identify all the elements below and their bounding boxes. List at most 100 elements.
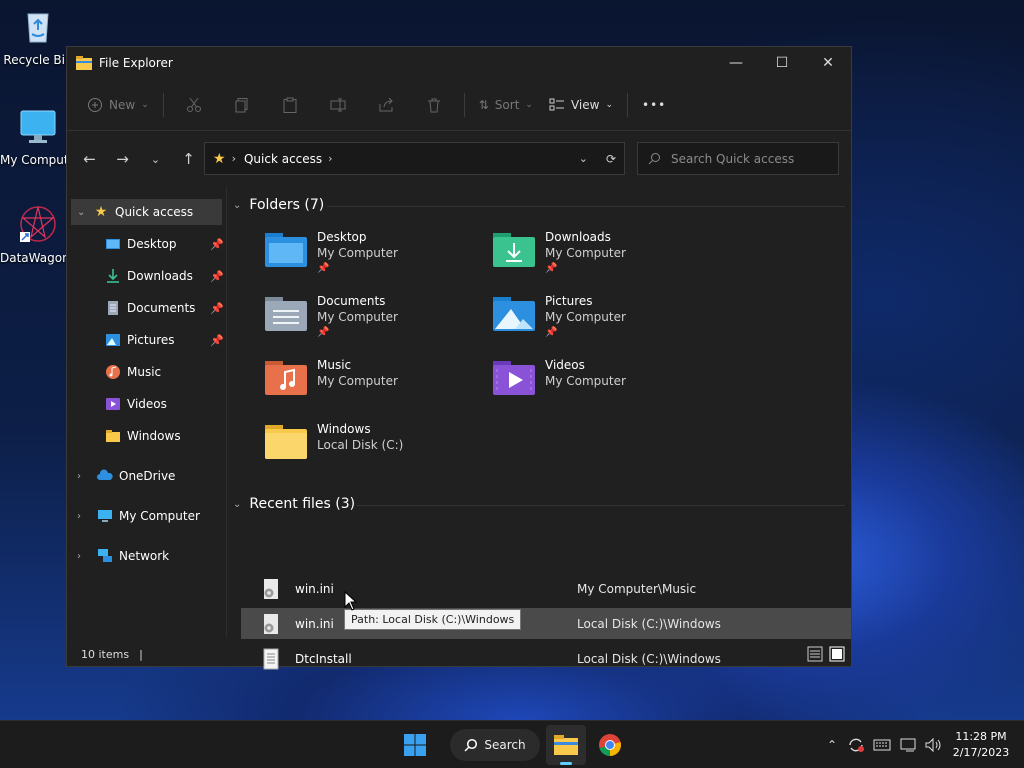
back-button[interactable]: ← [73, 143, 106, 175]
copy-button[interactable] [218, 89, 266, 121]
document-icon [108, 301, 118, 315]
folder-tile-windows[interactable]: Windows Local Disk (C:) [263, 421, 483, 481]
pin-icon: 📌 [317, 327, 330, 338]
pictures-folder-icon [493, 297, 535, 331]
pin-icon[interactable]: 📌 [210, 270, 224, 283]
rename-icon [330, 98, 346, 111]
folder-tile-videos[interactable]: Videos My Computer [491, 357, 711, 417]
folder-tile-music[interactable]: Music My Computer [263, 357, 483, 417]
more-options-button[interactable]: ••• [634, 89, 674, 121]
folder-tile-pictures[interactable]: Pictures My Computer 📌 [491, 293, 711, 353]
desktop-icon-recycle-bin[interactable]: Recycle Bin [0, 6, 76, 67]
chevron-down-icon[interactable]: ⌄ [233, 200, 241, 211]
scissors-icon [186, 97, 201, 112]
pin-icon: 📌 [317, 263, 330, 274]
sidebar-item-quick-access[interactable]: ⌄ ★ Quick access [71, 199, 222, 225]
chevron-right-icon[interactable]: › [77, 471, 81, 482]
sort-button[interactable]: ⇅ Sort ⌄ [471, 89, 541, 121]
clock-date: 2/17/2023 [952, 746, 1010, 759]
chevron-down-icon[interactable]: ⌄ [233, 499, 241, 510]
desktop-icon-label: DataWagon... [0, 251, 76, 265]
star-icon: ★ [213, 150, 226, 167]
maximize-button[interactable]: ☐ [759, 47, 805, 79]
new-button[interactable]: New ⌄ [79, 89, 157, 121]
cloud-icon [97, 469, 113, 480]
sidebar-item-label: Pictures [127, 333, 175, 347]
sidebar-item-pictures[interactable]: Pictures 📌 [67, 327, 224, 353]
sidebar-item-desktop[interactable]: Desktop 📌 [67, 231, 224, 257]
taskbar-chrome[interactable] [590, 725, 630, 765]
network-status-icon[interactable] [896, 736, 922, 754]
recent-file-row-1[interactable]: win.ini My Computer\Music [241, 573, 851, 604]
arrow-left-icon: ← [83, 150, 96, 168]
up-button[interactable]: ↑ [172, 143, 205, 175]
start-button[interactable] [395, 725, 435, 765]
delete-button[interactable] [410, 89, 458, 121]
paste-button[interactable] [266, 89, 314, 121]
sidebar-item-label: Videos [127, 397, 167, 411]
sync-alert-icon[interactable] [844, 736, 868, 754]
chevron-down-icon[interactable]: ⌄ [77, 207, 85, 218]
volume-icon[interactable] [922, 736, 946, 754]
item-count: 10 items [81, 647, 130, 661]
folder-tile-downloads[interactable]: Downloads My Computer 📌 [491, 229, 711, 289]
sidebar-item-music[interactable]: Music [67, 359, 224, 385]
recent-files-section-header[interactable]: ⌄ Recent files (3) [233, 496, 355, 512]
tiles-view-icon[interactable] [829, 646, 845, 662]
star-icon: ★ [94, 204, 108, 220]
toolbar-divider [463, 92, 465, 117]
chevron-right-icon[interactable]: › [328, 152, 332, 165]
refresh-icon[interactable]: ⟳ [606, 152, 616, 166]
share-button[interactable] [362, 89, 410, 121]
view-button[interactable]: View ⌄ [541, 89, 621, 121]
keyboard-icon[interactable] [868, 736, 896, 754]
breadcrumb-quick-access[interactable]: Quick access [244, 152, 322, 166]
recent-file-row-2[interactable]: win.ini Local Disk (C:)\Windows [241, 608, 851, 639]
pin-icon[interactable]: 📌 [210, 334, 224, 347]
rename-button[interactable] [314, 89, 362, 121]
chevron-up-icon[interactable]: ⌃ [820, 738, 844, 752]
folder-location: My Computer [317, 246, 398, 260]
details-view-icon[interactable] [807, 646, 823, 662]
address-dropdown-icon[interactable]: ⌄ [579, 152, 588, 166]
sidebar-item-downloads[interactable]: Downloads 📌 [67, 263, 224, 289]
sidebar-item-label: Music [127, 365, 162, 379]
search-box[interactable] [637, 142, 839, 175]
sidebar-item-documents[interactable]: Documents 📌 [67, 295, 224, 321]
forward-button[interactable]: → [106, 143, 139, 175]
clock[interactable]: 11:28 PM 2/17/2023 [946, 729, 1016, 761]
desktop-icon-label: My Computer [0, 153, 76, 167]
desktop-icon-my-computer[interactable]: My Computer [0, 106, 76, 167]
folder-name: Videos [545, 358, 585, 372]
show-desktop-button[interactable] [1016, 721, 1024, 768]
chevron-right-icon[interactable]: › [77, 511, 81, 522]
chevron-down-icon: ⌄ [150, 152, 161, 166]
desktop-icon-datawagon[interactable]: DataWagon... [0, 204, 76, 265]
sidebar-item-videos[interactable]: Videos [67, 391, 224, 417]
settings-file-icon [264, 613, 278, 634]
cut-button[interactable] [170, 89, 218, 121]
address-bar[interactable]: ★ › Quick access › ⌄ ⟳ [204, 142, 625, 175]
search-input[interactable] [671, 151, 821, 166]
taskbar-search-button[interactable]: Search [450, 729, 540, 761]
minimize-button[interactable]: — [713, 47, 759, 79]
sidebar-item-label: Desktop [127, 237, 177, 251]
pin-icon[interactable]: 📌 [210, 238, 224, 251]
title-bar[interactable]: File Explorer — ☐ ✕ [67, 47, 851, 79]
taskbar-file-explorer[interactable] [546, 725, 586, 765]
folder-tile-documents[interactable]: Documents My Computer 📌 [263, 293, 483, 353]
close-button[interactable]: ✕ [805, 47, 851, 79]
sidebar-item-windows[interactable]: Windows [67, 423, 224, 449]
folder-location: My Computer [545, 374, 626, 388]
sidebar-item-onedrive[interactable]: › OneDrive [67, 463, 224, 489]
folder-tile-desktop[interactable]: Desktop My Computer 📌 [263, 229, 483, 289]
chevron-right-icon[interactable]: › [77, 551, 81, 562]
sidebar-item-my-computer[interactable]: › My Computer [67, 503, 224, 529]
recent-locations-button[interactable]: ⌄ [139, 143, 172, 175]
pin-icon[interactable]: 📌 [210, 302, 224, 315]
more-icon: ••• [641, 97, 667, 112]
chevron-right-icon: › [231, 152, 236, 165]
file-location: My Computer\Music [577, 581, 697, 596]
sidebar-item-network[interactable]: › Network [67, 543, 224, 569]
folders-section-header[interactable]: ⌄ Folders (7) [233, 197, 324, 213]
